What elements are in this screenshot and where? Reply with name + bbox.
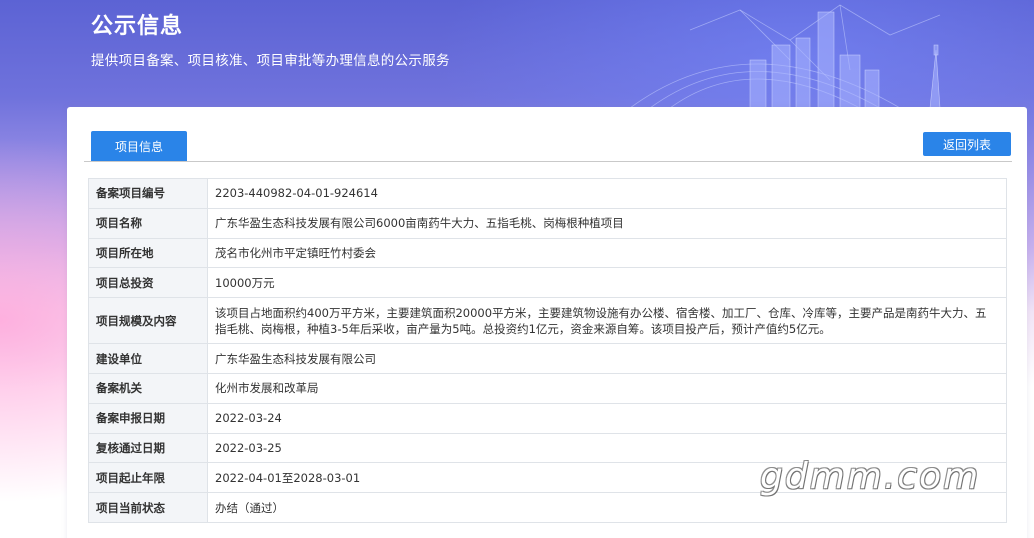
field-label: 项目总投资 (88, 267, 208, 299)
table-row: 建设单位 广东华盈生态科技发展有限公司 (88, 343, 1007, 374)
table-row: 项目所在地 茂名市化州市平定镇旺竹村委会 (88, 237, 1007, 269)
field-label: 备案机关 (88, 372, 208, 404)
field-label: 备案项目编号 (88, 178, 208, 209)
field-value: 该项目占地面积约400万平方米，主要建筑面积20000平方米，主要建筑物设施有办… (207, 297, 1007, 345)
tab-project-info[interactable]: 项目信息 (91, 131, 187, 162)
field-label: 项目起止年限 (88, 462, 208, 494)
table-row: 项目当前状态 办结（通过） (88, 492, 1007, 523)
page-subtitle: 提供项目备案、项目核准、项目审批等办理信息的公示服务 (91, 53, 450, 69)
field-label: 项目名称 (88, 207, 208, 239)
field-value: 广东华盈生态科技发展有限公司 (207, 343, 1007, 374)
field-value: 2203-440982-04-01-924614 (207, 178, 1007, 209)
page-title: 公示信息 (91, 14, 184, 39)
field-label: 项目当前状态 (88, 492, 208, 523)
table-row: 项目名称 广东华盈生态科技发展有限公司6000亩南药牛大力、五指毛桃、岗梅根种植… (88, 207, 1007, 239)
field-label: 备案申报日期 (88, 402, 208, 434)
city-skyline-illustration (629, 4, 941, 109)
field-label: 项目规模及内容 (88, 297, 208, 345)
field-value: 茂名市化州市平定镇旺竹村委会 (207, 237, 1007, 269)
site-watermark: gdmm.com (760, 456, 981, 497)
tab-divider (84, 161, 1012, 162)
table-row: 备案申报日期 2022-03-24 (88, 402, 1007, 434)
field-label: 复核通过日期 (88, 432, 208, 464)
field-value: 2022-03-24 (207, 402, 1007, 434)
field-value: 办结（通过） (207, 492, 1007, 523)
field-label: 建设单位 (88, 343, 208, 374)
field-value: 10000万元 (207, 267, 1007, 299)
table-row: 项目规模及内容 该项目占地面积约400万平方米，主要建筑面积20000平方米，主… (88, 297, 1007, 345)
table-row: 备案项目编号 2203-440982-04-01-924614 (88, 178, 1007, 209)
back-to-list-button[interactable]: 返回列表 (923, 132, 1011, 156)
table-row: 项目总投资 10000万元 (88, 267, 1007, 299)
field-value: 化州市发展和改革局 (207, 372, 1007, 404)
field-value: 广东华盈生态科技发展有限公司6000亩南药牛大力、五指毛桃、岗梅根种植项目 (207, 207, 1007, 239)
table-row: 备案机关 化州市发展和改革局 (88, 372, 1007, 404)
field-label: 项目所在地 (88, 237, 208, 269)
